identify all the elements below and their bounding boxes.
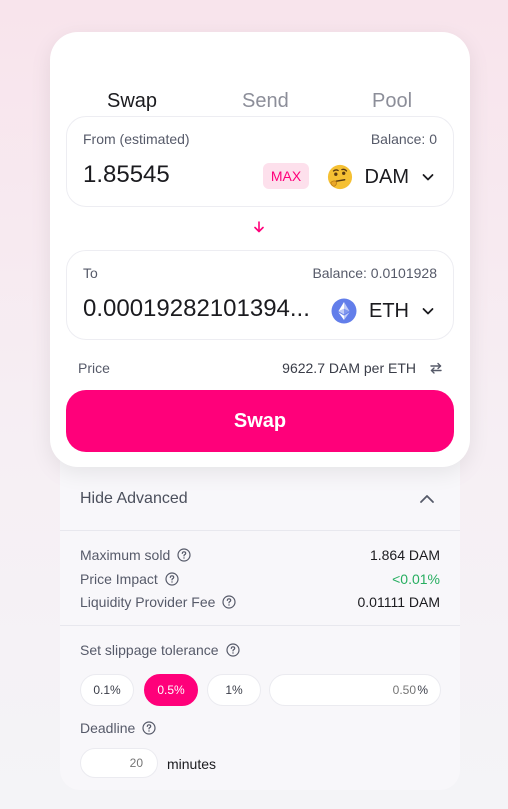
question-mark-icon[interactable]: [165, 572, 179, 586]
maximum-sold-value: 1.864 DAM: [369, 547, 440, 563]
tab-swap[interactable]: Swap: [107, 90, 157, 113]
slippage-option-0-5[interactable]: 0.5%: [144, 674, 198, 706]
deadline-input[interactable]: [80, 748, 158, 778]
advanced-details-panel: Hide Advanced Maximum sold 1.864 DAM Pri…: [60, 440, 460, 790]
custom-slippage-field: %: [269, 674, 441, 706]
chevron-down-icon: [422, 174, 434, 181]
slippage-option-0-1[interactable]: 0.1%: [80, 674, 134, 706]
deadline-label-row: Deadline: [80, 720, 156, 736]
hide-advanced-toggle[interactable]: Hide Advanced: [60, 468, 460, 531]
to-token-name: ETH: [369, 299, 409, 322]
tab-send[interactable]: Send: [242, 90, 289, 113]
question-mark-icon[interactable]: [177, 548, 191, 562]
to-balance: Balance: 0.0101928: [312, 265, 437, 281]
question-mark-icon[interactable]: [142, 721, 156, 735]
from-label: From (estimated): [83, 131, 190, 147]
deadline-label: Deadline: [80, 720, 136, 736]
slippage-option-1[interactable]: 1%: [207, 674, 261, 706]
swap-direction-icon[interactable]: [428, 360, 444, 376]
from-input-panel: From (estimated) Balance: 0 1.85545 MAX …: [66, 116, 454, 207]
chevron-up-icon: [420, 495, 434, 503]
from-token-select[interactable]: DAM: [327, 161, 435, 193]
liquidity-fee-value: 0.01111 DAM: [357, 594, 441, 610]
price-row: Price 9622.7 DAM per ETH: [78, 360, 444, 380]
hide-advanced-label: Hide Advanced: [80, 490, 188, 507]
price-impact-row: Price Impact <0.01%: [80, 571, 440, 589]
tab-pool[interactable]: Pool: [372, 90, 412, 113]
question-mark-icon[interactable]: [222, 595, 237, 609]
chevron-down-icon: [422, 308, 434, 315]
maximum-sold-row: Maximum sold 1.864 DAM: [80, 547, 440, 565]
liquidity-fee-label: Liquidity Provider Fee: [80, 594, 216, 610]
price-label: Price: [78, 360, 110, 376]
swap-card: Swap Send Pool From (estimated) Balance:…: [50, 32, 470, 467]
question-mark-icon[interactable]: [225, 643, 240, 657]
price-impact-value: <0.01%: [392, 571, 440, 587]
swap-button[interactable]: Swap: [66, 390, 454, 452]
to-input-panel: To Balance: 0.0101928 0.00019282101394..…: [66, 250, 454, 340]
to-amount-input[interactable]: 0.00019282101394...: [83, 295, 310, 323]
from-amount-input[interactable]: 1.85545: [83, 161, 170, 189]
price-value: 9622.7 DAM per ETH: [282, 360, 416, 376]
liquidity-fee-row: Liquidity Provider Fee 0.01111 DAM: [80, 594, 440, 612]
thinking-face-icon: [327, 164, 353, 190]
price-impact-label: Price Impact: [80, 571, 158, 587]
max-button[interactable]: MAX: [263, 163, 309, 189]
from-token-name: DAM: [364, 165, 409, 188]
minutes-label: minutes: [167, 756, 217, 772]
divider: [60, 625, 460, 626]
to-label: To: [83, 265, 98, 281]
slippage-label: Set slippage tolerance: [80, 642, 219, 658]
maximum-sold-label: Maximum sold: [80, 547, 171, 563]
from-balance: Balance: 0: [370, 131, 437, 147]
percent-suffix: %: [417, 683, 428, 697]
ethereum-icon: [331, 298, 357, 324]
custom-slippage-input[interactable]: [296, 681, 416, 699]
to-token-select[interactable]: ETH: [331, 295, 435, 327]
arrow-down-icon[interactable]: [251, 218, 267, 236]
slippage-label-row: Set slippage tolerance: [80, 642, 240, 658]
